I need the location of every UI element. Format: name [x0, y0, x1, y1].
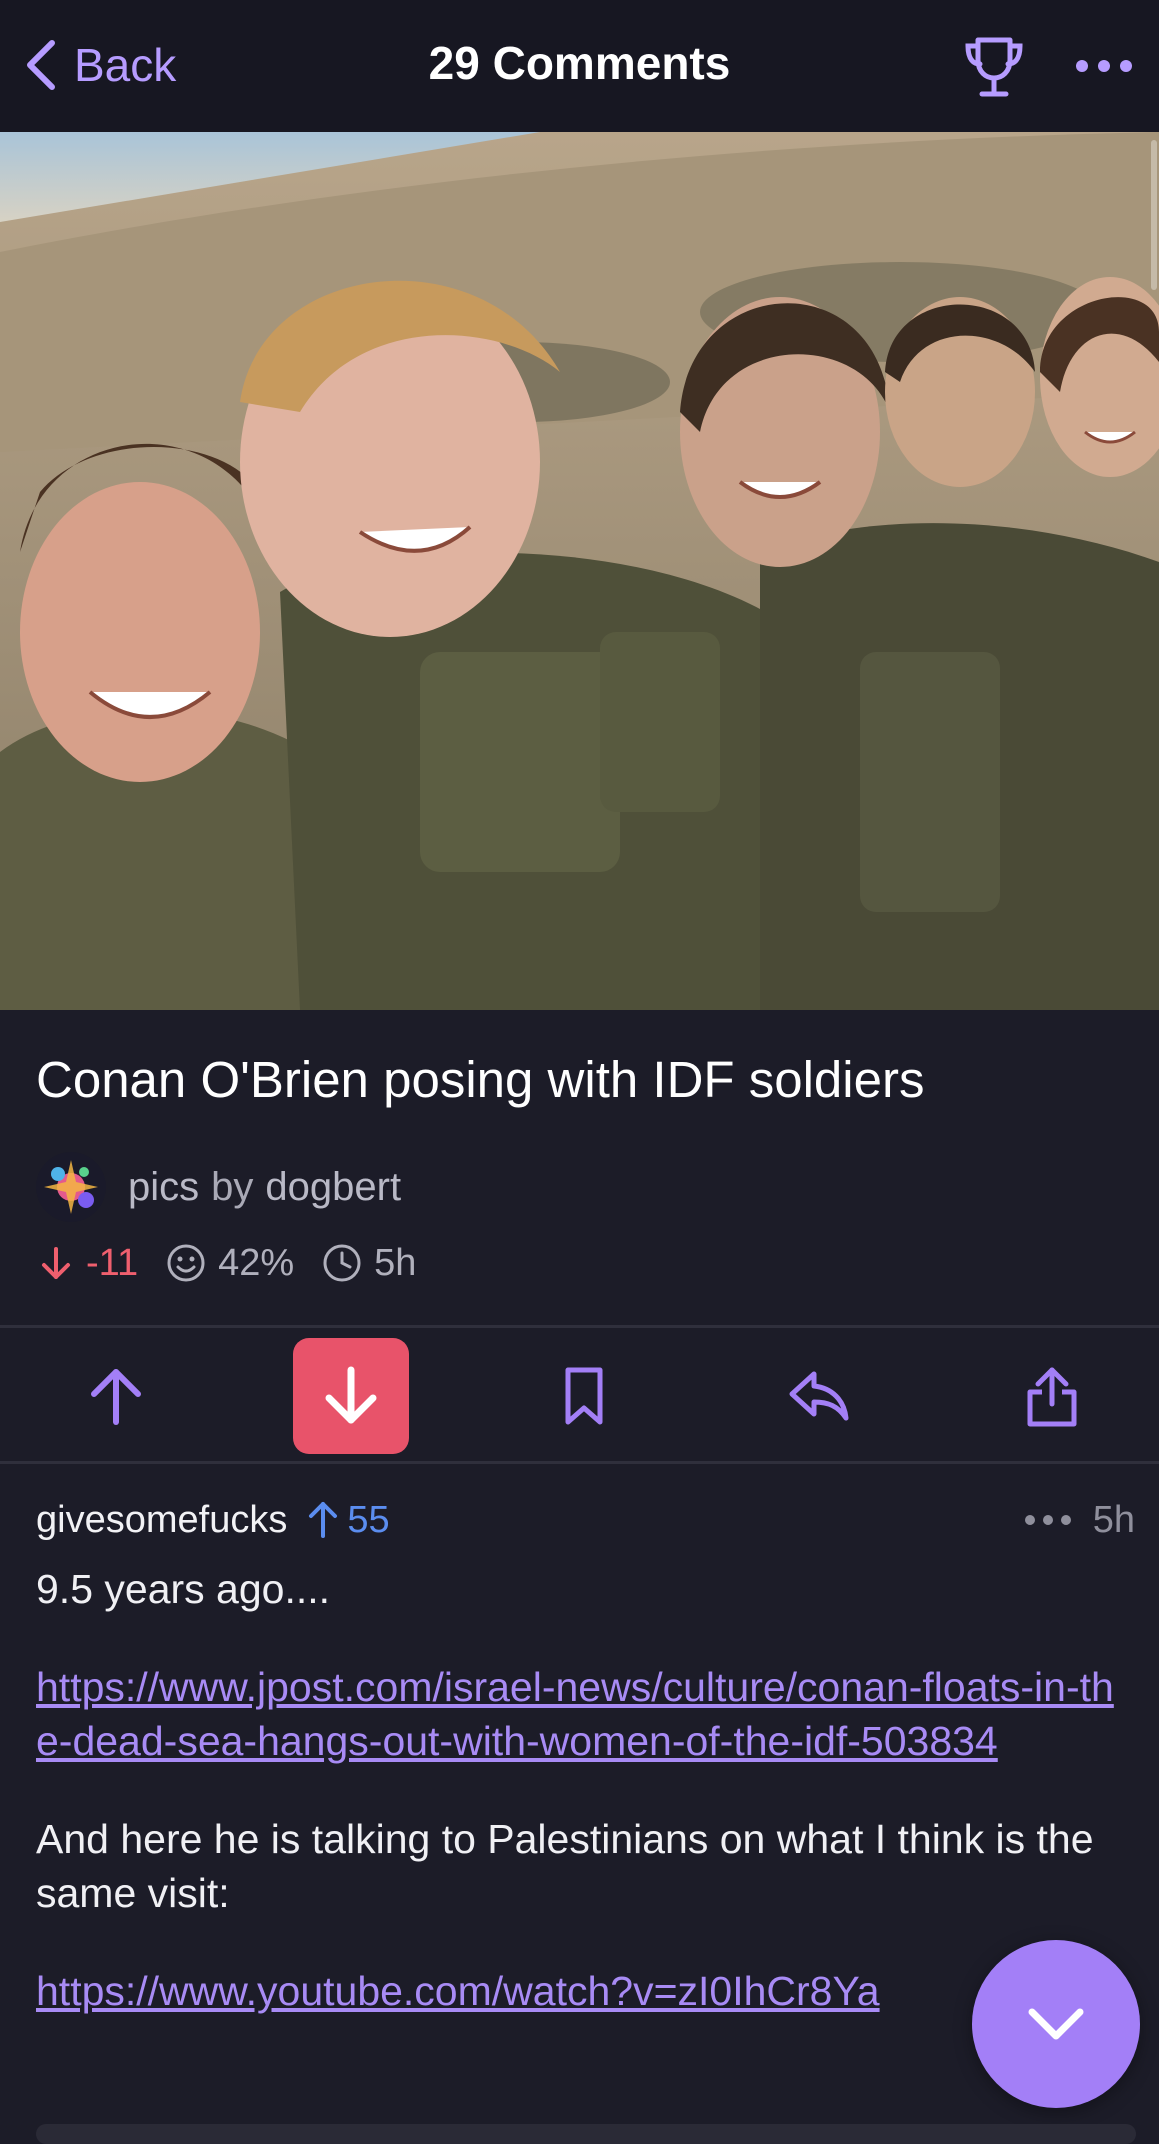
trophy-icon[interactable] — [962, 34, 1026, 100]
downvote-button[interactable] — [293, 1338, 409, 1454]
post-action-bar — [0, 1328, 1159, 1462]
comment-link[interactable]: https://www.youtube.com/watch?v=zI0IhCr8… — [36, 1964, 1115, 2018]
post-image[interactable] — [0, 132, 1159, 1010]
post-title[interactable]: Conan O'Brien posing with IDF soldiers — [36, 1048, 1123, 1112]
comment-age: 5h — [1092, 1498, 1135, 1541]
community-name[interactable]: pics — [128, 1165, 199, 1210]
comment-votes: 55 — [305, 1498, 390, 1542]
arrow-up-icon — [91, 1369, 141, 1425]
ratio-value: 42% — [218, 1241, 295, 1284]
arrow-down-icon — [325, 1366, 377, 1424]
by-text: by — [211, 1164, 254, 1209]
comment-meta-right: 5h — [1023, 1499, 1135, 1542]
more-horizontal-icon[interactable] — [1023, 1513, 1073, 1527]
author-name[interactable]: dogbert — [265, 1165, 401, 1210]
score: -11 — [36, 1242, 138, 1285]
age-value: 5h — [374, 1241, 417, 1284]
bookmark-icon — [565, 1367, 603, 1425]
arrow-down-icon — [42, 1247, 70, 1279]
comment-vote-count: 55 — [347, 1498, 390, 1541]
upvote-ratio: 42% — [166, 1242, 294, 1285]
post-stats: -11 42% 5h — [36, 1238, 416, 1288]
smiley-icon — [167, 1244, 205, 1282]
share-button[interactable] — [994, 1338, 1110, 1454]
comment-link[interactable]: https://www.jpost.com/israel-news/cultur… — [36, 1664, 1114, 1764]
next-comment-button[interactable] — [972, 1940, 1140, 2108]
reply-button[interactable] — [760, 1338, 876, 1454]
comment-text: 9.5 years ago.... — [36, 1566, 331, 1612]
comment-author[interactable]: givesomefucks — [36, 1499, 287, 1542]
arrow-up-icon — [309, 1502, 338, 1538]
save-button[interactable] — [526, 1338, 642, 1454]
more-horizontal-icon[interactable] — [1074, 52, 1134, 80]
post-age: 5h — [322, 1242, 416, 1285]
comment-text: And here he is talking to Palestinians o… — [36, 1816, 1094, 1916]
community-avatar[interactable] — [36, 1152, 106, 1222]
chevron-down-icon — [1028, 2008, 1084, 2040]
share-icon — [1027, 1367, 1077, 1427]
comment-header: givesomefucks 55 5h — [36, 1492, 1135, 1548]
scrollbar[interactable] — [1151, 140, 1157, 290]
comment-body: 9.5 years ago.... https://www.jpost.com/… — [36, 1562, 1115, 2062]
divider — [0, 1461, 1159, 1464]
post-meta: pics by dogbert — [36, 1152, 401, 1222]
clock-icon — [323, 1244, 361, 1282]
reply-icon — [789, 1371, 849, 1421]
top-nav-bar: Back 29 Comments — [0, 0, 1159, 132]
next-comment-preview — [36, 2124, 1136, 2144]
score-value: -11 — [86, 1241, 139, 1284]
upvote-button[interactable] — [58, 1338, 174, 1454]
